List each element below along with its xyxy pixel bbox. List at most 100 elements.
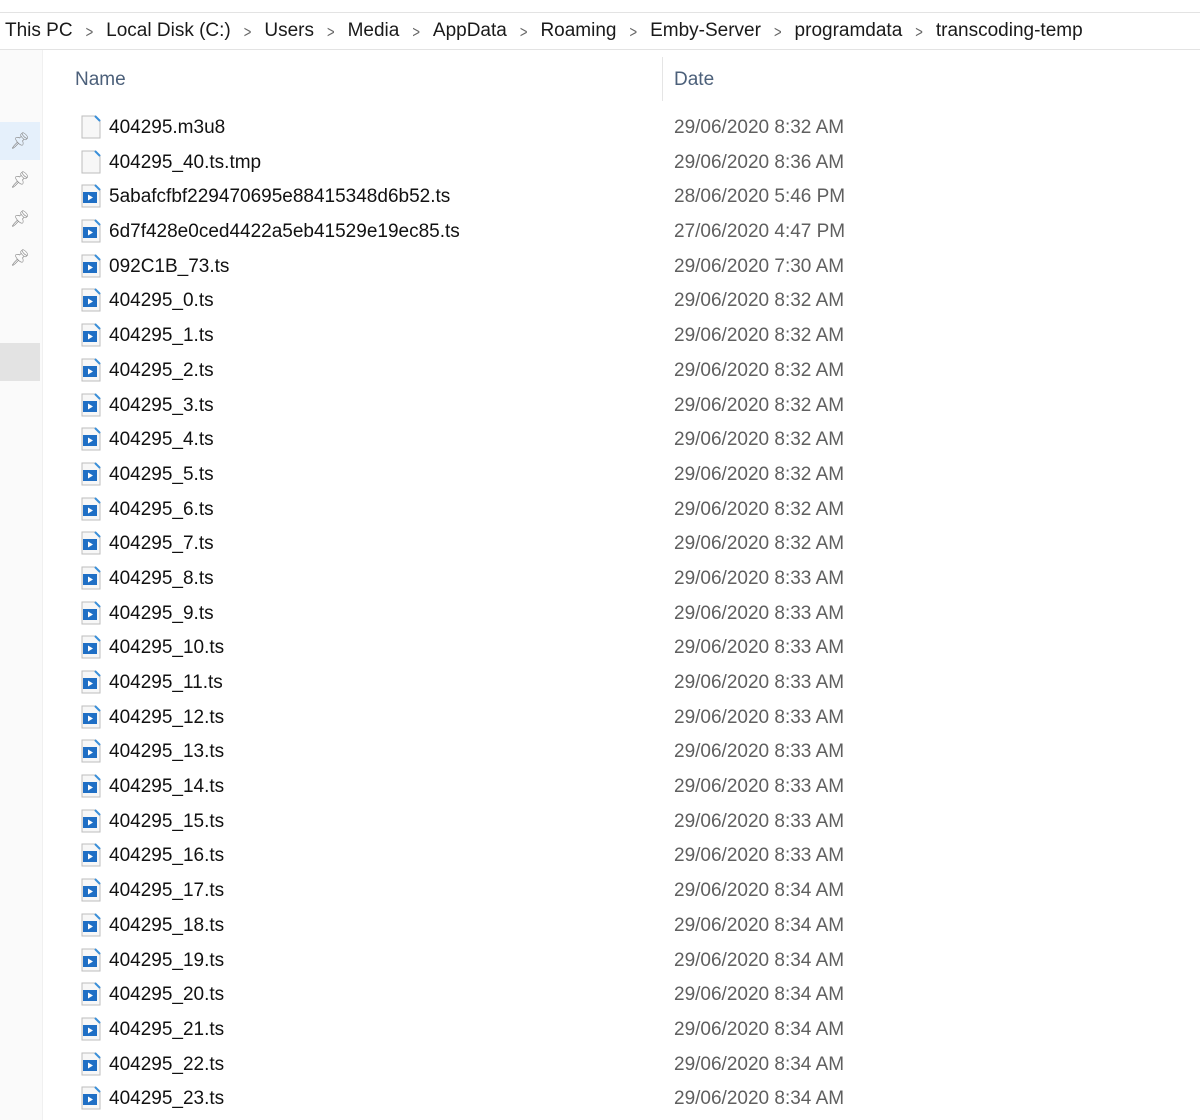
file-name: 404295_9.ts	[109, 602, 214, 624]
file-row[interactable]: 404295_14.ts 29/06/2020 8:33 AM	[44, 770, 1200, 805]
chevron-right-icon[interactable]: >	[774, 21, 782, 41]
file-date: 29/06/2020 8:32 AM	[674, 463, 845, 485]
video-file-icon	[81, 1051, 101, 1076]
file-row[interactable]: 404295_10.ts 29/06/2020 8:33 AM	[44, 631, 1200, 666]
file-name: 404295_40.ts.tmp	[109, 151, 262, 173]
video-file-icon	[81, 982, 101, 1006]
file-row[interactable]: 404295_2.ts 29/06/2020 8:32 AM	[44, 354, 1200, 389]
breadcrumb-item[interactable]: transcoding-temp	[936, 20, 1083, 42]
file-date: 29/06/2020 8:34 AM	[674, 880, 845, 902]
video-file-icon	[81, 462, 101, 486]
file-row[interactable]: 404295_0.ts 29/06/2020 8:32 AM	[44, 284, 1200, 319]
breadcrumb: This PC > Local Disk (C:) > Users > Media > AppD…	[0, 13, 1200, 50]
file-name: 404295_6.ts	[109, 498, 214, 520]
file-row[interactable]: 404295_7.ts 29/06/2020 8:32 AM	[44, 527, 1200, 562]
navigation-pane: 📌︎ 📌︎ 📌︎ 📌︎	[0, 50, 43, 1120]
chevron-right-icon[interactable]: >	[86, 21, 94, 41]
file-date: 29/06/2020 8:33 AM	[674, 776, 845, 798]
file-row[interactable]: 404295_4.ts 29/06/2020 8:32 AM	[44, 423, 1200, 458]
file-date: 29/06/2020 8:34 AM	[674, 914, 845, 936]
file-row[interactable]: 404295_15.ts 29/06/2020 8:33 AM	[44, 805, 1200, 840]
file-icon	[81, 149, 101, 174]
breadcrumb-item[interactable]: Users	[264, 20, 314, 42]
file-list: 404295.m3u8 29/06/2020 8:32 AM 404295_40…	[44, 111, 1200, 1117]
file-name: 404295_21.ts	[109, 1018, 225, 1040]
quick-access-item[interactable]: 📌︎	[0, 161, 40, 199]
file-name: 404295_20.ts	[109, 984, 225, 1006]
chevron-right-icon[interactable]: >	[327, 21, 335, 41]
file-row[interactable]: 404295_1.ts 29/06/2020 8:32 AM	[44, 319, 1200, 354]
chevron-right-icon[interactable]: >	[630, 21, 638, 41]
file-row[interactable]: 404295_20.ts 29/06/2020 8:34 AM	[44, 978, 1200, 1013]
file-row[interactable]: 404295_16.ts 29/06/2020 8:33 AM	[44, 839, 1200, 874]
chevron-right-icon[interactable]: >	[915, 21, 923, 41]
file-row[interactable]: 6d7f428e0ced4422a5eb41529e19ec85.ts 27/0…	[44, 215, 1200, 250]
file-name: 404295_10.ts	[109, 637, 225, 659]
breadcrumb-item[interactable]: Local Disk (C:)	[106, 20, 231, 42]
video-file-icon	[81, 392, 101, 417]
file-date: 29/06/2020 8:33 AM	[674, 706, 845, 728]
file-name: 404295_23.ts	[109, 1088, 225, 1110]
file-row[interactable]: 404295_3.ts 29/06/2020 8:32 AM	[44, 389, 1200, 424]
file-name: 404295_1.ts	[109, 325, 214, 347]
file-name: 404295_8.ts	[109, 567, 214, 589]
title-bar-edge	[0, 0, 1200, 13]
pin-icon: 📌︎	[9, 172, 31, 189]
column-divider[interactable]	[662, 57, 663, 101]
video-file-icon	[81, 739, 101, 763]
file-row[interactable]: 404295_6.ts 29/06/2020 8:32 AM	[44, 493, 1200, 528]
quick-access-item[interactable]: 📌︎	[0, 239, 40, 277]
video-file-icon	[81, 843, 101, 867]
file-row[interactable]: 404295_22.ts 29/06/2020 8:34 AM	[44, 1048, 1200, 1083]
file-row[interactable]: 404295_18.ts 29/06/2020 8:34 AM	[44, 909, 1200, 944]
quick-access-item[interactable]: 📌︎	[0, 200, 40, 238]
file-row[interactable]: 404295_40.ts.tmp 29/06/2020 8:36 AM	[44, 146, 1200, 181]
breadcrumb-item[interactable]: This PC	[5, 20, 73, 42]
pin-icon: 📌︎	[9, 211, 31, 228]
file-row[interactable]: 404295_11.ts 29/06/2020 8:33 AM	[44, 666, 1200, 701]
file-row[interactable]: 404295_23.ts 29/06/2020 8:34 AM	[44, 1082, 1200, 1117]
pin-icon: 📌︎	[9, 133, 31, 150]
breadcrumb-item[interactable]: programdata	[795, 20, 903, 42]
file-date: 29/06/2020 8:34 AM	[674, 1088, 845, 1110]
file-row[interactable]: 404295_8.ts 29/06/2020 8:33 AM	[44, 562, 1200, 597]
breadcrumb-item[interactable]: Roaming	[540, 20, 616, 42]
breadcrumb-item[interactable]: Emby-Server	[650, 20, 761, 42]
file-date: 29/06/2020 8:32 AM	[674, 325, 845, 347]
file-date: 29/06/2020 8:33 AM	[674, 845, 845, 867]
video-file-icon	[81, 1017, 101, 1041]
quick-access-item[interactable]: 📌︎	[0, 122, 40, 160]
video-file-icon	[81, 358, 101, 382]
video-file-icon	[81, 531, 101, 555]
nav-item-selected[interactable]	[0, 343, 40, 381]
pin-icon: 📌︎	[9, 250, 31, 267]
file-name: 404295_17.ts	[109, 880, 225, 902]
file-row[interactable]: 404295_9.ts 29/06/2020 8:33 AM	[44, 597, 1200, 632]
chevron-right-icon[interactable]: >	[244, 21, 252, 41]
video-file-icon	[81, 704, 101, 729]
file-row[interactable]: 404295_13.ts 29/06/2020 8:33 AM	[44, 735, 1200, 770]
file-row[interactable]: 404295_5.ts 29/06/2020 8:32 AM	[44, 458, 1200, 493]
chevron-right-icon[interactable]: >	[412, 21, 420, 41]
column-header-date[interactable]: Date	[674, 69, 714, 91]
chevron-right-icon[interactable]: >	[520, 21, 528, 41]
breadcrumb-item[interactable]: AppData	[433, 20, 507, 42]
column-header-name[interactable]: Name	[75, 69, 126, 91]
file-row[interactable]: 5abafcfbf229470695e88415348d6b52.ts 28/0…	[44, 180, 1200, 215]
file-date: 29/06/2020 8:32 AM	[674, 359, 845, 381]
file-row[interactable]: 092C1B_73.ts 29/06/2020 7:30 AM	[44, 250, 1200, 285]
file-row[interactable]: 404295_21.ts 29/06/2020 8:34 AM	[44, 1013, 1200, 1048]
file-date: 29/06/2020 8:32 AM	[674, 290, 845, 312]
file-row[interactable]: 404295_12.ts 29/06/2020 8:33 AM	[44, 701, 1200, 736]
video-file-icon	[81, 774, 101, 798]
file-row[interactable]: 404295_19.ts 29/06/2020 8:34 AM	[44, 944, 1200, 979]
file-row[interactable]: 404295.m3u8 29/06/2020 8:32 AM	[44, 111, 1200, 146]
breadcrumb-item[interactable]: Media	[348, 20, 400, 42]
file-row[interactable]: 404295_17.ts 29/06/2020 8:34 AM	[44, 874, 1200, 909]
file-name: 404295_16.ts	[109, 845, 225, 867]
video-file-icon	[81, 288, 101, 312]
file-name: 6d7f428e0ced4422a5eb41529e19ec85.ts	[109, 221, 460, 243]
file-date: 29/06/2020 8:33 AM	[674, 672, 845, 693]
file-date: 29/06/2020 8:32 AM	[674, 533, 845, 555]
video-file-icon	[81, 809, 101, 833]
